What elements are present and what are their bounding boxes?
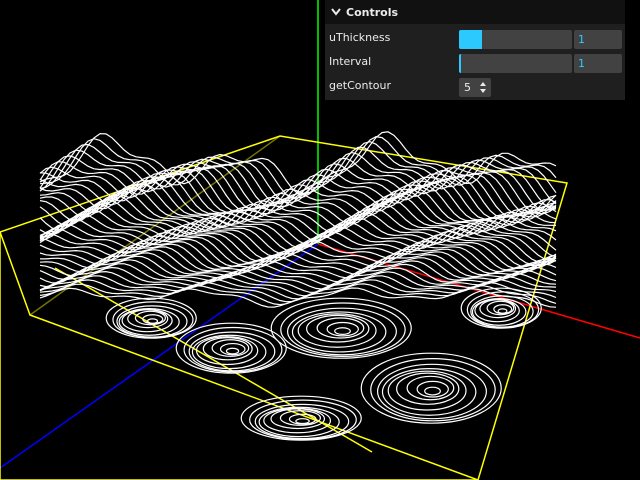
contour-ring — [370, 358, 496, 422]
getcontour-value: 5 — [464, 81, 471, 94]
contour-line — [39, 135, 557, 199]
getcontour-label: getContour — [329, 79, 391, 92]
uthickness-slider-fill — [459, 30, 482, 49]
contour-line — [39, 266, 557, 294]
controls-panel: Controls uThickness 1 Interval 1 getCont… — [325, 0, 625, 100]
contour-ring — [376, 363, 487, 420]
contour-ring — [183, 326, 283, 373]
controls-title-bar[interactable]: Controls — [325, 0, 625, 24]
interval-slider-fill — [459, 54, 461, 73]
contour-ring — [146, 318, 159, 324]
updown-arrows-icon — [480, 82, 486, 93]
interval-slider[interactable] — [459, 54, 572, 73]
uthickness-label: uThickness — [329, 31, 391, 44]
contour-ring — [497, 308, 508, 314]
interval-label: Interval — [329, 55, 372, 68]
bounding-box — [0, 135, 568, 480]
contour-ring — [424, 386, 441, 396]
contour-ring — [225, 347, 240, 355]
interval-number-input[interactable]: 1 — [574, 54, 622, 73]
contour-ring — [381, 368, 477, 416]
chevron-down-icon — [329, 5, 343, 19]
contour-ring — [219, 342, 246, 356]
contour-line — [39, 131, 557, 196]
controls-title: Controls — [346, 5, 399, 19]
contour-ring — [280, 302, 406, 358]
getcontour-select[interactable]: 5 — [459, 78, 491, 97]
uthickness-number-input[interactable]: 1 — [574, 30, 622, 49]
contour-line — [39, 199, 557, 246]
control-row-getcontour: getContour 5 — [325, 74, 625, 98]
contour-ring — [406, 375, 455, 401]
control-row-interval: Interval 1 — [325, 50, 625, 74]
contour-ring — [360, 352, 502, 424]
contour-ring — [112, 301, 194, 339]
contour-ring — [295, 418, 310, 425]
control-row-uthickness: uThickness 1 — [325, 26, 625, 50]
uthickness-slider[interactable] — [459, 30, 572, 49]
contour-ring — [116, 305, 188, 338]
contour-ring — [263, 407, 332, 434]
contour-surface — [39, 131, 557, 441]
contour-ring — [334, 327, 351, 335]
contour-ring — [249, 399, 357, 440]
contour-line — [39, 194, 557, 242]
